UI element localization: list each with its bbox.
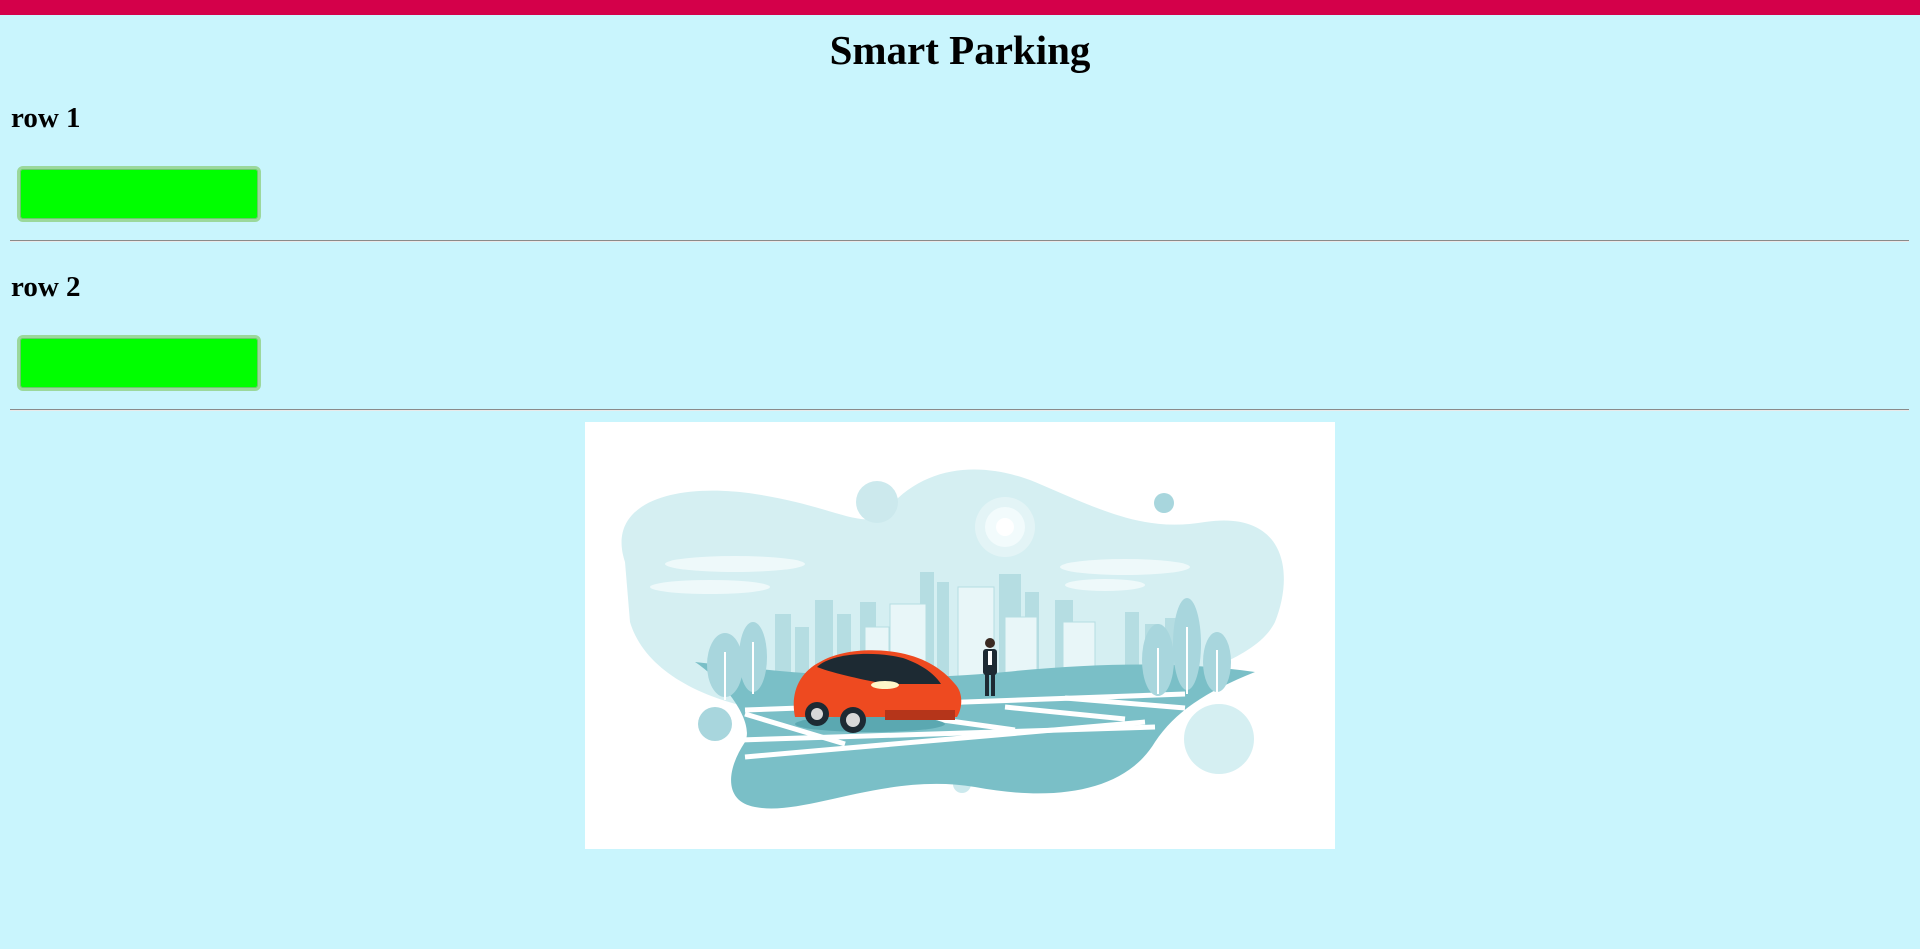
- row-1-divider: [10, 240, 1909, 242]
- row-2-parking-slot[interactable]: [17, 335, 261, 391]
- parking-illustration-svg: [621, 469, 1284, 809]
- browser-top-bar: [0, 0, 1920, 15]
- row-2-divider: [10, 409, 1909, 411]
- row-1-label: row 1: [11, 102, 81, 134]
- row-1-parking-slot[interactable]: [17, 166, 261, 222]
- row-2-label: row 2: [11, 271, 81, 303]
- page-title: Smart Parking: [829, 27, 1091, 73]
- parking-lot-illustration: [585, 422, 1335, 849]
